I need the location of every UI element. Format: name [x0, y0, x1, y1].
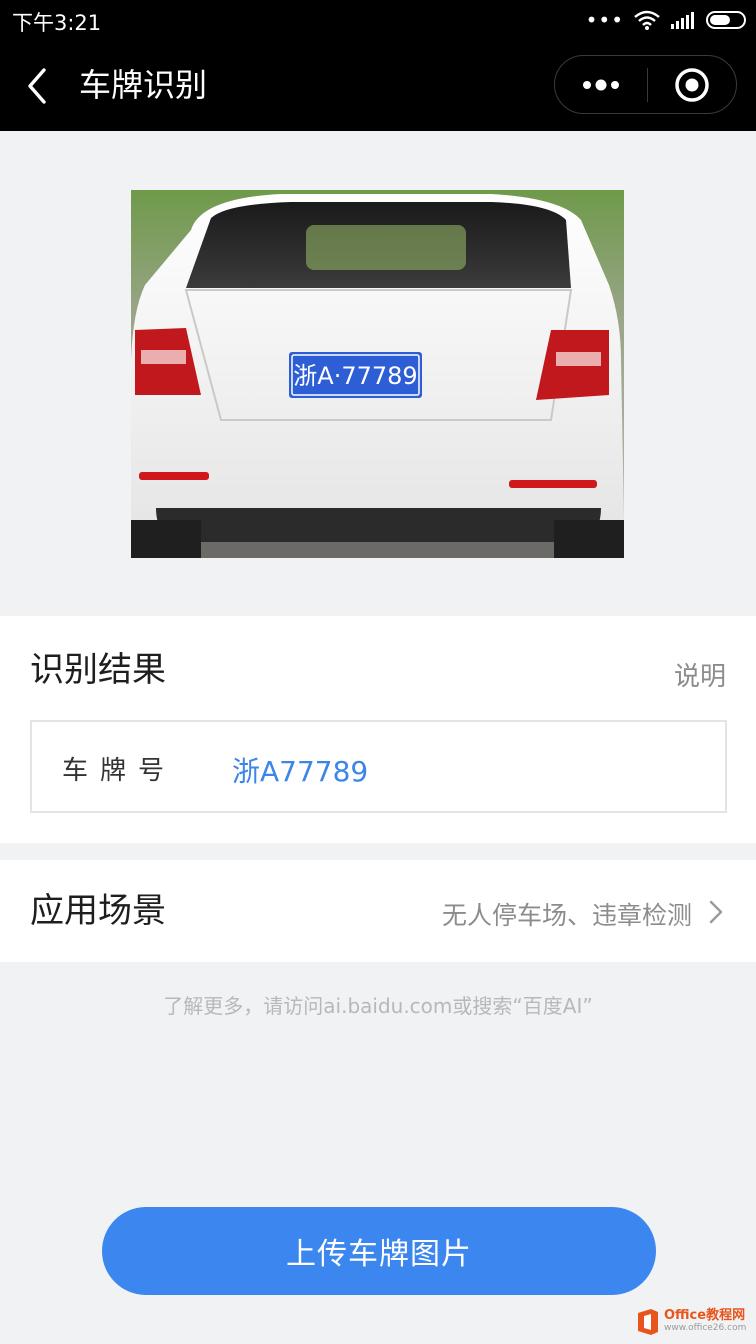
plate-number-value: 浙A77789 — [232, 755, 369, 788]
nav-bar: 车牌识别 — [0, 40, 756, 131]
back-button[interactable] — [22, 64, 58, 108]
watermark-main: Office教程网 — [664, 1308, 746, 1323]
mini-program-capsule — [554, 55, 737, 114]
upload-plate-image-button[interactable]: 上传车牌图片 — [102, 1207, 656, 1295]
scenario-value: 无人停车场、违章检测 — [441, 901, 692, 930]
scenario-title: 应用场景 — [30, 891, 166, 931]
watermark-sub: www.office26.com — [664, 1323, 747, 1333]
signal-icon — [671, 12, 694, 29]
learn-more-hint: 了解更多，请访问ai.baidu.com或搜索“百度AI” — [163, 994, 593, 1018]
notification-dots-icon: ••• — [585, 8, 624, 32]
more-dots-icon — [583, 79, 619, 90]
battery-icon — [706, 11, 746, 29]
scenario-row[interactable]: 应用场景 无人停车场、违章检测 — [0, 860, 756, 962]
explain-link[interactable]: 说明 — [674, 656, 726, 693]
result-section: 识别结果 说明 车牌号 浙A77789 — [0, 616, 756, 843]
office-logo-icon — [638, 1309, 658, 1335]
status-icons: ••• — [586, 9, 746, 31]
status-bar: 下午3:21 ••• — [0, 0, 756, 40]
watermark: Office教程网 www.office26.com — [636, 1306, 748, 1338]
chevron-left-icon — [28, 68, 46, 104]
target-close-icon — [675, 67, 709, 102]
license-plate-text: 浙A·77789 — [293, 362, 417, 390]
close-button[interactable] — [648, 56, 736, 113]
result-box: 车牌号 浙A77789 — [30, 720, 727, 813]
chevron-right-icon — [709, 900, 723, 924]
plate-number-label: 车牌号 — [62, 756, 177, 786]
car-photo: 浙A·77789 — [131, 190, 624, 558]
status-time: 下午3:21 — [12, 11, 102, 35]
more-button[interactable] — [555, 56, 647, 113]
page-title: 车牌识别 — [79, 66, 208, 104]
result-title: 识别结果 — [30, 650, 166, 690]
wifi-icon — [634, 10, 660, 30]
car-illustration: 浙A·77789 — [131, 190, 624, 558]
